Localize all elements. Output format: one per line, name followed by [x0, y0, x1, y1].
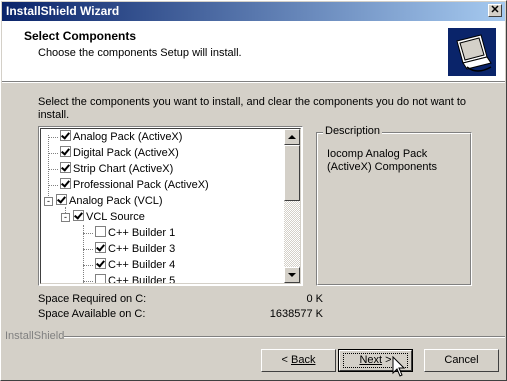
tree-item-vcl-source[interactable]: - VCL Source — [61, 209, 145, 225]
close-icon[interactable]: ✕ — [488, 4, 502, 17]
page-title: Select Components — [24, 29, 137, 43]
wizard-header: Select Components Choose the components … — [2, 21, 505, 81]
installshield-window: InstallShield Wizard ✕ Select Components… — [0, 0, 507, 381]
checkbox[interactable] — [73, 210, 84, 221]
arrow-down-icon — [288, 273, 296, 277]
cancel-button[interactable]: Cancel — [424, 349, 499, 372]
header-separator — [2, 81, 505, 83]
checkbox[interactable] — [95, 258, 106, 269]
tree-item-cpp-builder-5[interactable]: C++ Builder 5 — [95, 273, 175, 283]
mouse-pointer-icon — [392, 356, 406, 377]
collapse-icon[interactable]: - — [44, 197, 53, 206]
description-text: Iocomp Analog Pack (ActiveX) Components — [327, 148, 438, 173]
checkbox[interactable] — [56, 194, 67, 205]
space-available-value: 1638577 K — [269, 308, 323, 320]
tree-item-analog-pack-vcl[interactable]: - Analog Pack (VCL) — [44, 193, 163, 209]
description-legend: Description — [323, 125, 383, 137]
computer-setup-icon — [448, 28, 496, 76]
checkbox[interactable] — [60, 178, 71, 189]
tree-item-professional-pack-activex[interactable]: Professional Pack (ActiveX) — [60, 177, 209, 193]
window-title: InstallShield Wizard — [6, 4, 120, 18]
tree-item-cpp-builder-4[interactable]: C++ Builder 4 — [95, 257, 175, 273]
tree-item-strip-chart-activex[interactable]: Strip Chart (ActiveX) — [60, 161, 173, 177]
back-button[interactable]: < Back — [261, 349, 336, 372]
checkbox[interactable] — [95, 226, 106, 237]
space-required: Space Required on C: 0 K — [38, 293, 323, 305]
space-available: Space Available on C: 1638577 K — [38, 308, 323, 320]
page-subtitle: Choose the components Setup will install… — [38, 47, 242, 59]
components-tree[interactable]: Analog Pack (ActiveX) Digital Pack (Acti… — [38, 126, 303, 286]
checkbox[interactable] — [95, 242, 106, 253]
instructions-text: Select the components you want to instal… — [38, 96, 467, 121]
checkbox[interactable] — [60, 146, 71, 157]
collapse-icon[interactable]: - — [61, 213, 70, 222]
scroll-thumb[interactable] — [284, 145, 300, 201]
tree-scrollbar[interactable] — [284, 129, 300, 283]
footer-separator — [45, 336, 505, 338]
installshield-brand: InstallShield — [5, 330, 65, 342]
checkbox[interactable] — [95, 274, 106, 283]
tree-item-cpp-builder-3[interactable]: C++ Builder 3 — [95, 241, 175, 257]
title-bar[interactable]: InstallShield Wizard ✕ — [2, 2, 505, 21]
tree-item-cpp-builder-1[interactable]: C++ Builder 1 — [95, 225, 175, 241]
tree-item-analog-pack-activex[interactable]: Analog Pack (ActiveX) — [60, 129, 182, 145]
tree-item-digital-pack-activex[interactable]: Digital Pack (ActiveX) — [60, 145, 179, 161]
scroll-down-button[interactable] — [284, 267, 300, 283]
checkbox[interactable] — [60, 162, 71, 173]
checkbox[interactable] — [60, 130, 71, 141]
space-required-value: 0 K — [306, 293, 323, 305]
scroll-up-button[interactable] — [284, 129, 300, 145]
arrow-up-icon — [288, 135, 296, 139]
